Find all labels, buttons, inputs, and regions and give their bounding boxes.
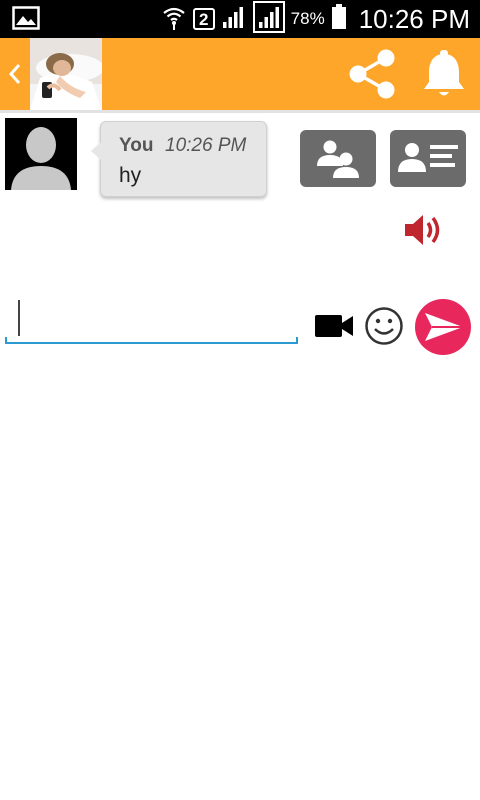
speaker-icon[interactable] xyxy=(402,210,444,250)
avatar[interactable] xyxy=(5,118,77,190)
bubble-tail xyxy=(91,142,101,160)
wifi-icon xyxy=(161,3,187,36)
status-clock: 10:26 PM xyxy=(358,3,470,34)
message-sender: You xyxy=(119,135,154,156)
contact-photo[interactable] xyxy=(30,38,102,110)
status-bar: 2 78% 10:26 PM xyxy=(0,0,480,38)
message-input[interactable] xyxy=(23,300,293,336)
sim-slot-badge: 2 xyxy=(192,8,215,30)
battery-percent: 78% xyxy=(290,9,325,28)
contacts-icon xyxy=(300,140,376,191)
contacts-button[interactable] xyxy=(300,130,376,187)
message-text: hy xyxy=(119,164,142,187)
gallery-notification-icon xyxy=(12,6,40,35)
input-underline xyxy=(5,342,298,344)
signal-icon xyxy=(252,0,285,38)
chevron-left-icon[interactable] xyxy=(6,60,24,88)
signal-icon xyxy=(221,4,247,35)
input-underline xyxy=(5,337,7,344)
share-icon[interactable] xyxy=(346,48,398,100)
emoji-icon[interactable] xyxy=(364,306,404,346)
input-underline xyxy=(296,337,298,344)
message-time: 10:26 PM xyxy=(165,135,247,156)
contact-card-button[interactable] xyxy=(390,130,466,187)
battery-icon xyxy=(331,3,347,35)
message-bubble: You 10:26 PM hy xyxy=(91,121,267,197)
send-icon[interactable] xyxy=(414,298,472,356)
message-input-container[interactable] xyxy=(5,296,298,344)
contact-card-icon xyxy=(390,143,466,191)
app-bar xyxy=(0,38,480,110)
video-camera-icon[interactable] xyxy=(314,310,354,342)
app-bar-divider xyxy=(0,110,480,113)
bell-icon[interactable] xyxy=(420,46,468,100)
text-caret xyxy=(18,300,20,336)
